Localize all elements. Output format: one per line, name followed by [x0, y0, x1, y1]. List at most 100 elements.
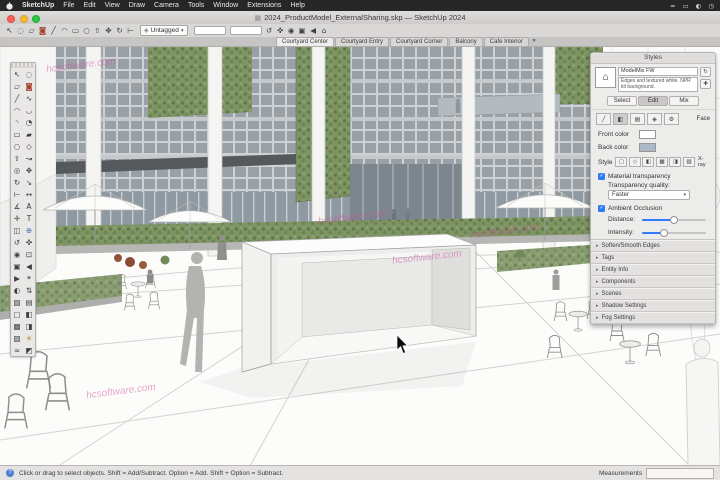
- tool-push-pull-icon[interactable]: ⇧: [11, 152, 23, 164]
- vcb-field-2[interactable]: [230, 26, 262, 35]
- panel-shadow-settings[interactable]: ▸Shadow Settings: [591, 300, 715, 312]
- tool-line-icon[interactable]: ╱: [11, 92, 23, 104]
- zoom-button[interactable]: [32, 15, 40, 23]
- slider-knob[interactable]: [670, 216, 678, 224]
- battery-icon[interactable]: ▭: [683, 2, 689, 10]
- tool-two-point-arc-icon[interactable]: ◡: [23, 104, 35, 116]
- eraser-icon[interactable]: ▱: [26, 25, 37, 37]
- tool-three-point-arc-icon[interactable]: ◝: [11, 116, 23, 128]
- tape-measure-icon[interactable]: ⊢: [125, 25, 136, 37]
- style-description-field[interactable]: Edges and textured white. NPR kit backgr…: [618, 77, 698, 92]
- tool-orbit-icon[interactable]: ↺: [11, 236, 23, 248]
- tool-match-photo-icon[interactable]: ◩: [23, 344, 35, 356]
- menu-tools[interactable]: Tools: [188, 2, 204, 9]
- distance-slider[interactable]: [642, 219, 706, 221]
- line-icon[interactable]: ╱: [48, 25, 59, 37]
- style-name-field[interactable]: ModelMix FW: [618, 67, 698, 76]
- panel-tags[interactable]: ▸Tags: [591, 252, 715, 264]
- control-center-icon[interactable]: ◐: [696, 2, 702, 10]
- paint-bucket-icon[interactable]: ◙: [37, 25, 48, 37]
- tool-pan-icon[interactable]: ✜: [23, 236, 35, 248]
- tool-protractor-icon[interactable]: ∡: [11, 200, 23, 212]
- menu-camera[interactable]: Camera: [154, 2, 179, 9]
- panel-soften-smooth-edges[interactable]: ▸Soften/Smooth Edges: [591, 240, 715, 252]
- scene-tabs-chevron-icon[interactable]: ▾: [533, 37, 536, 46]
- tool-axes-icon[interactable]: ✛: [11, 212, 23, 224]
- tool-scale-icon[interactable]: ↘: [23, 176, 35, 188]
- panel-fog-settings[interactable]: ▸Fog Settings: [591, 312, 715, 324]
- tool-add-location-icon[interactable]: ⊕: [23, 224, 35, 236]
- tool-rotate-icon[interactable]: ↻: [11, 176, 23, 188]
- slider-knob[interactable]: [660, 229, 668, 237]
- front-color-swatch[interactable]: [639, 130, 656, 139]
- menu-draw[interactable]: Draw: [129, 2, 145, 9]
- menu-sketchup[interactable]: SketchUp: [22, 2, 54, 9]
- watermark-settings-icon[interactable]: ◈: [647, 113, 662, 125]
- tool-text-icon[interactable]: A: [23, 200, 35, 212]
- monochrome-icon[interactable]: ◨: [669, 157, 681, 167]
- style-thumbnail[interactable]: ⌂: [595, 67, 616, 88]
- scene-tab-cafe-interior[interactable]: Cafe Interior: [484, 37, 529, 46]
- model-info-icon[interactable]: ⌂: [319, 25, 330, 37]
- wireframe-icon[interactable]: ▢: [615, 157, 627, 167]
- viewport[interactable]: hcsoftware.com hcsoftware.com hcsoftware…: [0, 46, 720, 466]
- measurements-field[interactable]: [646, 468, 714, 479]
- tool-lasso-icon[interactable]: ◌: [23, 68, 35, 80]
- edge-settings-icon[interactable]: ╱: [596, 113, 611, 125]
- shaded-icon[interactable]: ◧: [642, 157, 654, 167]
- tool-x-ray-icon[interactable]: ▨: [11, 296, 23, 308]
- tool-monochrome-icon[interactable]: ◨: [23, 320, 35, 332]
- scene-tab-courtyard-entry[interactable]: Courtyard Entry: [335, 37, 389, 46]
- tool-hidden-line-icon[interactable]: ▢: [11, 308, 23, 320]
- tool-zoom-extents-icon[interactable]: ▣: [11, 260, 23, 272]
- apple-logo-icon[interactable]: [6, 2, 13, 9]
- tool-pie-icon[interactable]: ◔: [23, 116, 35, 128]
- tool-dimension-icon[interactable]: ↔: [23, 188, 35, 200]
- panel-entity-info[interactable]: ▸Entity Info: [591, 264, 715, 276]
- move-icon[interactable]: ✥: [103, 25, 114, 37]
- styles-panel-title[interactable]: Styles: [591, 53, 715, 64]
- shaded-with-textures-icon[interactable]: ▩: [656, 157, 668, 167]
- tag-dropdown[interactable]: ◈ Untagged ▾: [140, 25, 188, 36]
- tool-rotated-rectangle-icon[interactable]: ▰: [23, 128, 35, 140]
- close-button[interactable]: [7, 15, 15, 23]
- scene-tab-courtyard-center[interactable]: Courtyard Center: [276, 37, 334, 46]
- tool-zoom-window-icon[interactable]: ⊡: [23, 248, 35, 260]
- tool-wireframe-icon[interactable]: ▤: [23, 296, 35, 308]
- tool-back-edges-icon[interactable]: ▧: [11, 332, 23, 344]
- tool-rectangle-icon[interactable]: ▭: [11, 128, 23, 140]
- face-settings-icon[interactable]: ◧: [613, 113, 628, 125]
- tab-mix[interactable]: Mix: [669, 96, 699, 106]
- zoom-extents-icon[interactable]: ▣: [297, 25, 308, 37]
- panel-components[interactable]: ▸Components: [591, 276, 715, 288]
- minimize-button[interactable]: [20, 15, 28, 23]
- transparency-quality-dropdown[interactable]: Faster ▾: [608, 190, 690, 200]
- menu-extensions[interactable]: Extensions: [247, 2, 281, 9]
- tool-eraser-icon[interactable]: ▱: [11, 80, 23, 92]
- intensity-slider[interactable]: [642, 232, 706, 234]
- panel-scenes[interactable]: ▸Scenes: [591, 288, 715, 300]
- back-color-swatch[interactable]: [639, 143, 656, 152]
- pan-icon[interactable]: ✜: [275, 25, 286, 37]
- new-style-button[interactable]: ✚: [700, 79, 711, 89]
- previous-view-icon[interactable]: ◀: [308, 25, 319, 37]
- select-icon[interactable]: ↖: [4, 25, 15, 37]
- tool-arc-icon[interactable]: ◠: [11, 104, 23, 116]
- tool-position-camera-icon[interactable]: ⌖: [23, 272, 35, 284]
- menu-view[interactable]: View: [105, 2, 120, 9]
- modeling-settings-icon[interactable]: ⚙: [664, 113, 679, 125]
- tool-tape-measure-icon[interactable]: ⊢: [11, 188, 23, 200]
- tool-freehand-icon[interactable]: ∿: [23, 92, 35, 104]
- tool-zoom-icon[interactable]: ◉: [11, 248, 23, 260]
- back-edges-icon[interactable]: ▨: [683, 157, 695, 167]
- tool-move-icon[interactable]: ✥: [23, 164, 35, 176]
- hidden-line-icon[interactable]: ◇: [629, 157, 641, 167]
- orbit-icon[interactable]: ↺: [264, 25, 275, 37]
- xray-label[interactable]: X-ray: [698, 156, 708, 168]
- material-transparency-checkbox[interactable]: ✓: [598, 173, 605, 180]
- tool-fog-icon[interactable]: ≈: [11, 344, 23, 356]
- tool-shaded-icon[interactable]: ◧: [23, 308, 35, 320]
- vcb-field-1[interactable]: [194, 26, 226, 35]
- push-pull-icon[interactable]: ⇧: [92, 25, 103, 37]
- tool-3d-text-icon[interactable]: T: [23, 212, 35, 224]
